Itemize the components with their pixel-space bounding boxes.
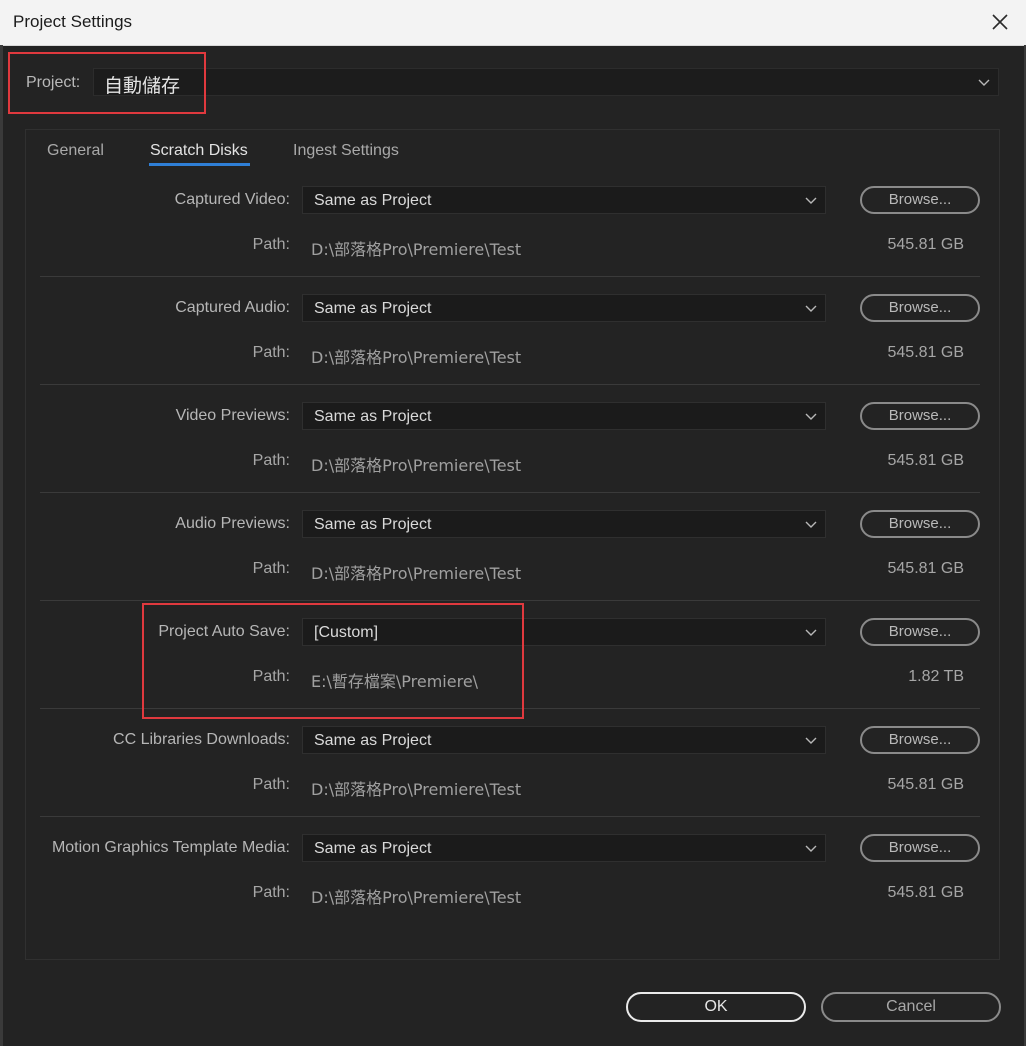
- audio-previews-label: Audio Previews:: [175, 515, 290, 532]
- cc-libraries-downloads-path-label: Path:: [252, 776, 290, 793]
- captured-audio-path-label: Path:: [252, 344, 290, 361]
- motion-graphics-template-media-label: Motion Graphics Template Media:: [51, 839, 290, 856]
- captured-video-value: Same as Project: [314, 192, 432, 209]
- project-auto-save-browse-button[interactable]: Browse...: [860, 618, 980, 646]
- video-previews-browse-button[interactable]: Browse...: [860, 402, 980, 430]
- chevron-down-icon: [805, 197, 817, 205]
- auto-save-highlight-box: [142, 603, 524, 719]
- cc-libraries-downloads-dropdown[interactable]: Same as Project: [302, 726, 826, 754]
- audio-previews-path-label: Path:: [252, 560, 290, 577]
- motion-graphics-template-media-path-label: Path:: [252, 884, 290, 901]
- video-previews-size: 545.81 GB: [887, 452, 965, 469]
- captured-video-path: D:\部落格Pro\Premiere\Test: [311, 240, 522, 259]
- motion-graphics-template-media-size: 545.81 GB: [887, 884, 965, 901]
- captured-audio-browse-button[interactable]: Browse...: [860, 294, 980, 322]
- video-previews-label: Video Previews:: [175, 407, 290, 424]
- captured-video-path-label: Path:: [252, 236, 290, 253]
- chevron-down-icon: [805, 413, 817, 421]
- audio-previews-size: 545.81 GB: [887, 560, 965, 577]
- cc-libraries-downloads-size: 545.81 GB: [887, 776, 965, 793]
- video-previews-dropdown[interactable]: Same as Project: [302, 402, 826, 430]
- cc-libraries-downloads-label: CC Libraries Downloads:: [113, 731, 290, 748]
- captured-audio-size: 545.81 GB: [887, 344, 965, 361]
- chevron-down-icon: [805, 737, 817, 745]
- chevron-down-icon: [805, 845, 817, 853]
- video-previews-path-label: Path:: [252, 452, 290, 469]
- cancel-button[interactable]: Cancel: [821, 992, 1001, 1022]
- motion-graphics-template-media-path: D:\部落格Pro\Premiere\Test: [311, 888, 522, 907]
- close-icon[interactable]: [990, 12, 1010, 32]
- row-divider: [40, 600, 980, 601]
- active-tab-indicator: [149, 163, 250, 166]
- cc-libraries-downloads-browse-button[interactable]: Browse...: [860, 726, 980, 754]
- captured-video-label: Captured Video:: [174, 191, 290, 208]
- tab-scratch-disks[interactable]: Scratch Disks: [150, 142, 248, 160]
- captured-audio-value: Same as Project: [314, 300, 432, 317]
- ok-button[interactable]: OK: [626, 992, 806, 1022]
- chevron-down-icon: [805, 305, 817, 313]
- captured-video-browse-button[interactable]: Browse...: [860, 186, 980, 214]
- cc-libraries-downloads-value: Same as Project: [314, 732, 432, 749]
- chevron-down-icon: [978, 79, 990, 87]
- chevron-down-icon: [805, 629, 817, 637]
- audio-previews-browse-button[interactable]: Browse...: [860, 510, 980, 538]
- captured-audio-label: Captured Audio:: [175, 299, 290, 316]
- captured-audio-path: D:\部落格Pro\Premiere\Test: [311, 348, 522, 367]
- project-select[interactable]: 自動儲存: [93, 68, 999, 97]
- project-auto-save-size: 1.82 TB: [908, 668, 964, 685]
- captured-video-dropdown[interactable]: Same as Project: [302, 186, 826, 214]
- video-previews-path: D:\部落格Pro\Premiere\Test: [311, 456, 522, 475]
- row-divider: [40, 816, 980, 817]
- motion-graphics-template-media-browse-button[interactable]: Browse...: [860, 834, 980, 862]
- audio-previews-dropdown[interactable]: Same as Project: [302, 510, 826, 538]
- project-highlight-box: [8, 52, 206, 114]
- audio-previews-value: Same as Project: [314, 516, 432, 533]
- row-divider: [40, 384, 980, 385]
- video-previews-value: Same as Project: [314, 408, 432, 425]
- audio-previews-path: D:\部落格Pro\Premiere\Test: [311, 564, 522, 583]
- motion-graphics-template-media-dropdown[interactable]: Same as Project: [302, 834, 826, 862]
- captured-video-size: 545.81 GB: [887, 236, 965, 253]
- window-title: Project Settings: [13, 12, 133, 31]
- row-divider: [40, 276, 980, 277]
- captured-audio-dropdown[interactable]: Same as Project: [302, 294, 826, 322]
- row-divider: [40, 492, 980, 493]
- tab-ingest-settings[interactable]: Ingest Settings: [293, 142, 399, 160]
- chevron-down-icon: [805, 521, 817, 529]
- title-bar: Project Settings: [0, 0, 1026, 46]
- motion-graphics-template-media-value: Same as Project: [314, 840, 432, 857]
- tab-general[interactable]: General: [47, 142, 104, 160]
- cc-libraries-downloads-path: D:\部落格Pro\Premiere\Test: [311, 780, 522, 799]
